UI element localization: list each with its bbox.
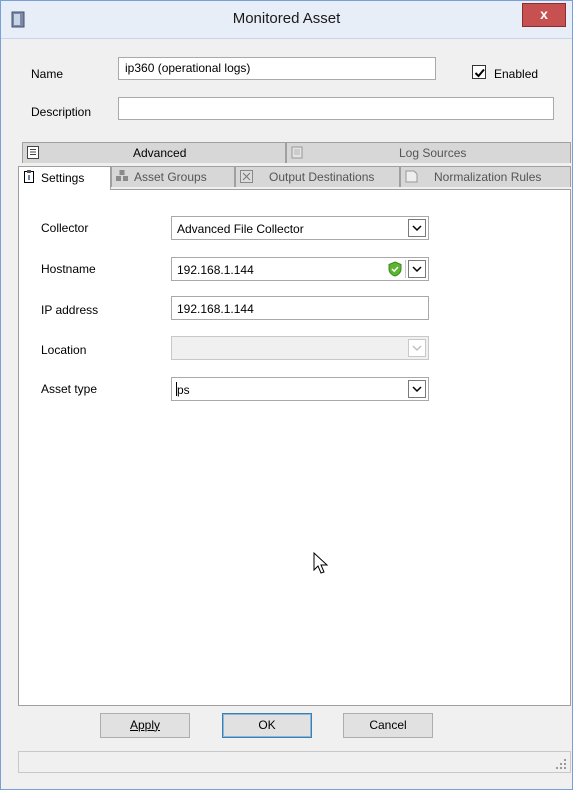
output-destinations-icon — [240, 170, 253, 183]
tab-settings-label: Settings — [41, 171, 85, 185]
enabled-label: Enabled — [494, 67, 539, 81]
collector-value: Advanced File Collector — [177, 222, 304, 236]
hostname-label: Hostname — [41, 262, 96, 276]
tab-output-destinations-label: Output Destinations — [269, 170, 375, 184]
location-label: Location — [41, 343, 87, 357]
hostname-value: 192.168.1.144 — [177, 263, 254, 277]
name-label: Name — [31, 67, 64, 81]
close-button[interactable]: x — [522, 3, 566, 27]
asset-type-label: Asset type — [41, 382, 98, 396]
apply-button[interactable]: Apply — [100, 713, 190, 738]
apply-button-label: Apply — [129, 718, 161, 732]
title-bar[interactable]: Monitored Asset x — [1, 1, 572, 39]
tab-asset-groups-label: Asset Groups — [134, 170, 207, 184]
settings-icon — [24, 170, 34, 183]
normalization-rules-icon — [405, 170, 418, 183]
ok-button-label: OK — [258, 718, 276, 732]
status-bar — [18, 751, 571, 773]
monitored-asset-dialog: Monitored Asset x Name ip360 (operationa… — [0, 0, 573, 790]
ip-address-value: 192.168.1.144 — [177, 302, 254, 316]
asset-type-value: ps — [177, 383, 190, 397]
tab-log-sources[interactable]: Log Sources — [286, 142, 571, 163]
location-chevron-down-icon[interactable] — [408, 339, 426, 357]
tab-output-destinations[interactable]: Output Destinations — [235, 166, 400, 187]
ip-address-label: IP address — [41, 303, 99, 317]
description-label: Description — [31, 105, 92, 119]
hostname-dropdown[interactable]: 192.168.1.144 — [171, 257, 429, 281]
location-dropdown[interactable] — [171, 336, 429, 360]
tab-settings[interactable]: Settings — [18, 166, 111, 190]
collector-label: Collector — [41, 221, 89, 235]
mouse-pointer-icon — [313, 552, 329, 574]
shield-status-icon — [388, 261, 402, 277]
advanced-icon — [27, 146, 39, 159]
checkmark-icon — [474, 68, 485, 78]
tab-normalization-rules[interactable]: Normalization Rules — [400, 166, 571, 187]
tab-asset-groups[interactable]: Asset Groups — [111, 166, 235, 187]
collector-dropdown[interactable]: Advanced File Collector — [171, 216, 429, 240]
enabled-checkbox[interactable] — [472, 65, 486, 79]
resize-grip-icon[interactable] — [556, 759, 566, 769]
tab-normalization-rules-label: Normalization Rules — [434, 170, 542, 184]
tab-advanced-label: Advanced — [133, 146, 187, 160]
asset-groups-icon — [116, 170, 128, 181]
settings-panel: Collector Advanced File Collector Hostna… — [18, 189, 571, 706]
name-input[interactable]: ip360 (operational logs) — [118, 57, 436, 80]
window-title: Monitored Asset — [232, 10, 341, 27]
text-cursor — [176, 382, 177, 396]
asset-type-dropdown[interactable]: ps — [171, 377, 429, 401]
tab-log-sources-label: Log Sources — [399, 146, 467, 160]
ip-address-input[interactable]: 192.168.1.144 — [171, 296, 429, 320]
tab-advanced[interactable]: Advanced — [22, 142, 286, 163]
cancel-button-label: Cancel — [369, 718, 407, 732]
description-input[interactable] — [118, 97, 554, 120]
hostname-chevron-down-icon[interactable] — [408, 260, 426, 278]
cancel-button[interactable]: Cancel — [343, 713, 433, 738]
ok-button[interactable]: OK — [222, 713, 312, 738]
hostname-divider — [405, 260, 406, 278]
collector-chevron-down-icon[interactable] — [408, 219, 426, 237]
asset-type-chevron-down-icon[interactable] — [408, 380, 426, 398]
log-sources-icon — [291, 146, 303, 159]
